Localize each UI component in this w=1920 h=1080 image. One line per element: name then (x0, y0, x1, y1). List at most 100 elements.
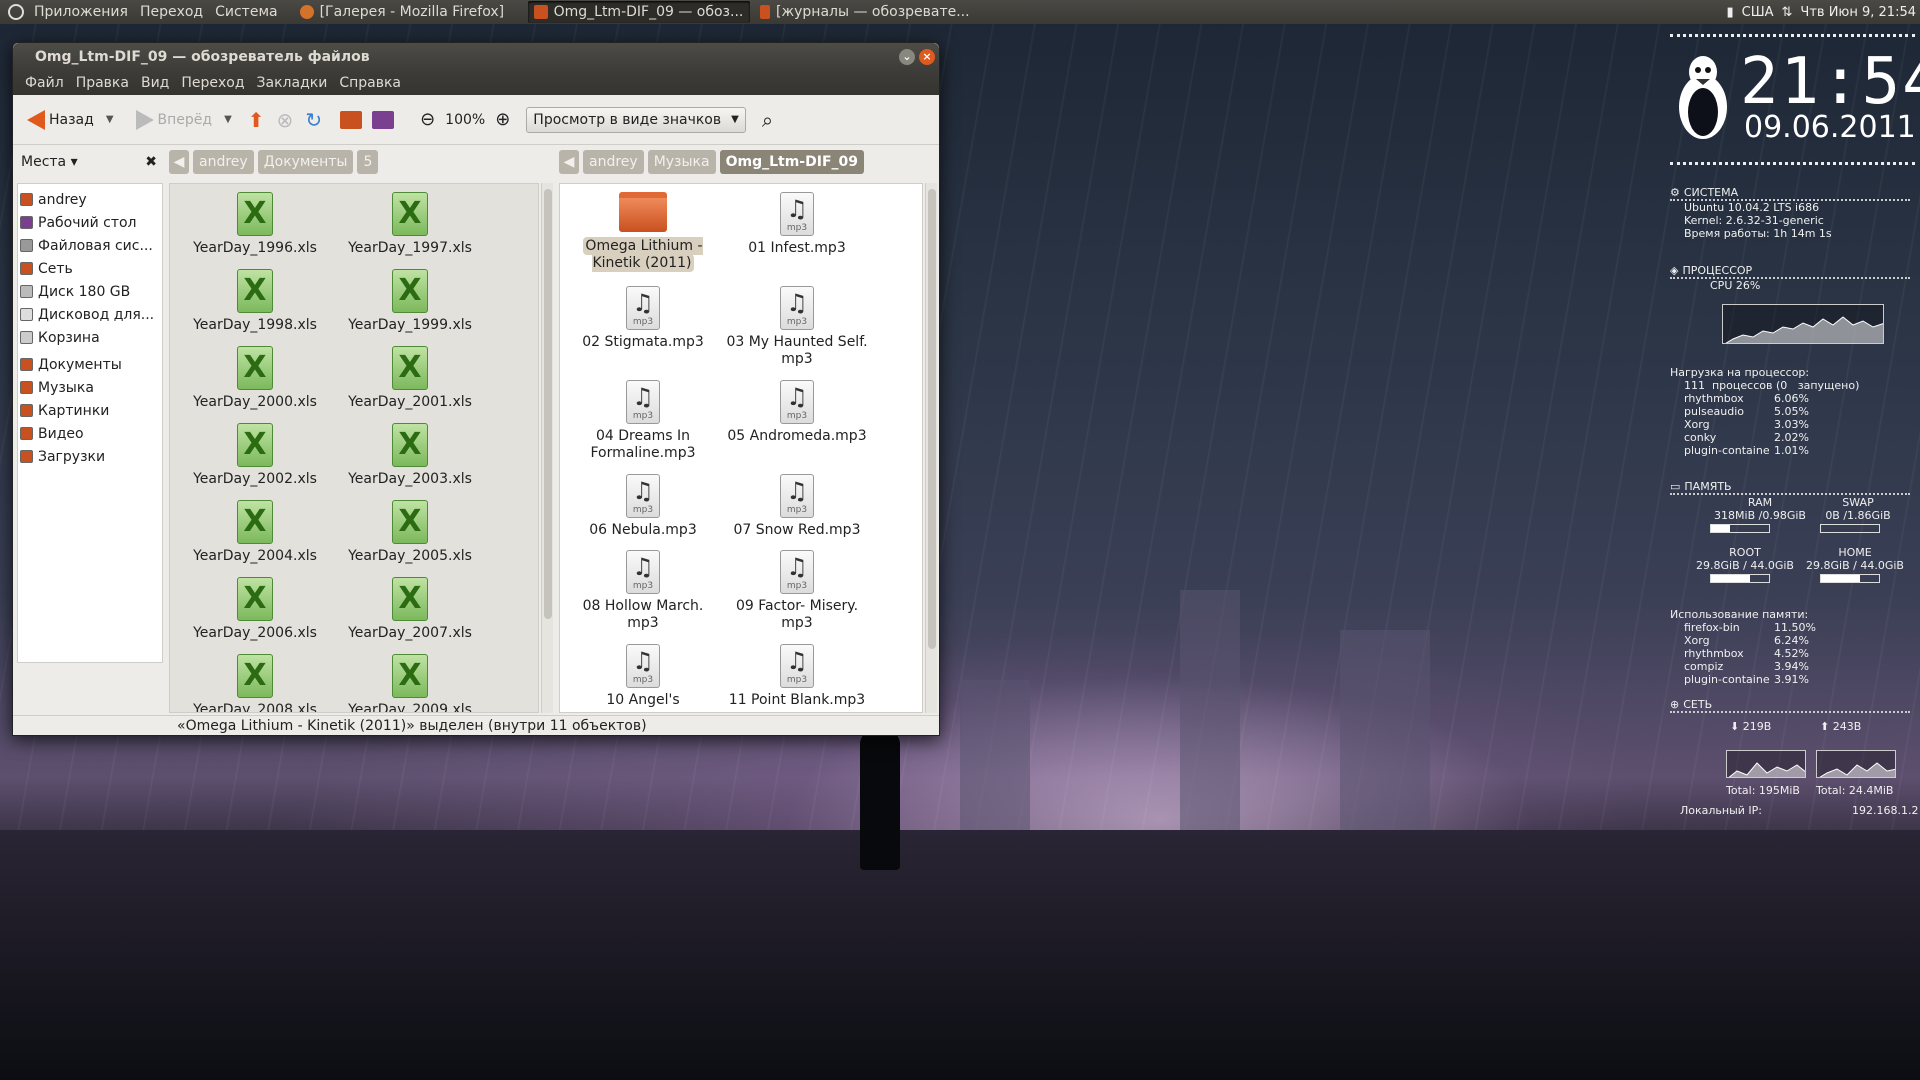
file-item[interactable]: X YearDay_2004.xls (180, 500, 330, 565)
spreadsheet-icon: X (237, 423, 273, 467)
breadcrumb-documents[interactable]: Документы (257, 150, 354, 174)
computer-icon[interactable] (372, 110, 395, 129)
forward-button[interactable]: Вперёд (130, 106, 219, 134)
spreadsheet-icon: X (392, 269, 428, 313)
scrollbar-thumb[interactable] (928, 189, 936, 649)
network-section: ⊕ СЕТЬ ⬇ 219B ⬆ 243B (1670, 698, 1910, 733)
close-sidebar-icon[interactable]: ✖ (145, 154, 157, 170)
download-rate: ⬇ 219B (1730, 720, 1772, 733)
breadcrumb-current[interactable]: Omg_Ltm-DIF_09 (719, 150, 864, 174)
clock-applet[interactable]: Чтв Июн 9, 21:54 (1800, 5, 1916, 20)
sidebar-type-select[interactable]: Места ▾ (21, 154, 78, 170)
sidebar-item-desktop[interactable]: Рабочий стол (18, 211, 162, 234)
menu-bookmarks[interactable]: Закладки (251, 75, 334, 91)
file-item[interactable]: ♫ mp3 02 Stigmata.mp3 (568, 286, 718, 351)
file-item[interactable]: X YearDay_2000.xls (180, 346, 330, 411)
file-item[interactable]: ♫ mp3 06 Nebula.mp3 (568, 474, 718, 539)
sidebar-item-documents[interactable]: Документы (18, 353, 162, 376)
breadcrumb-music[interactable]: Музыка (647, 150, 716, 174)
file-item[interactable]: X YearDay_2001.xls (335, 346, 485, 411)
menu-system[interactable]: Система (209, 4, 283, 20)
network-icon[interactable]: ⇅ (1782, 5, 1793, 20)
stop-icon[interactable]: ⊗ (277, 108, 294, 132)
file-item[interactable]: ♫ mp3 03 My Haunted Self. mp3 (722, 286, 872, 368)
folder-item-selected[interactable]: Omega Lithium - Kinetik (2011) (568, 192, 718, 272)
file-item[interactable]: ♫ mp3 01 Infest.mp3 (722, 192, 872, 257)
zoom-in-icon[interactable]: ⊕ (495, 109, 510, 130)
breadcrumb-left-icon[interactable]: ◀ (169, 150, 189, 174)
sidebar-item-disk[interactable]: Диск 180 GB (18, 280, 162, 303)
keyboard-layout[interactable]: США (1742, 5, 1774, 20)
file-item[interactable]: X YearDay_2005.xls (335, 500, 485, 565)
breadcrumb-home[interactable]: andrey (583, 150, 644, 174)
file-item[interactable]: X YearDay_1998.xls (180, 269, 330, 334)
sidebar-item-downloads[interactable]: Загрузки (18, 445, 162, 468)
menu-view[interactable]: Вид (135, 75, 175, 91)
file-item[interactable]: X YearDay_1997.xls (335, 192, 485, 257)
menu-places[interactable]: Переход (134, 4, 209, 20)
file-item[interactable]: X YearDay_2009.xls (335, 654, 485, 712)
menu-applications[interactable]: Приложения (28, 4, 134, 20)
close-icon[interactable]: × (919, 49, 935, 65)
zoom-out-icon[interactable]: ⊖ (420, 109, 435, 130)
file-item[interactable]: ♫ mp3 08 Hollow March. mp3 (568, 550, 718, 632)
home-icon[interactable] (340, 110, 363, 129)
file-item[interactable]: X YearDay_2003.xls (335, 423, 485, 488)
task-file-browser[interactable]: Omg_Ltm-DIF_09 — обоз... (527, 1, 750, 23)
download-graph (1726, 750, 1806, 778)
reload-icon[interactable]: ↻ (305, 108, 322, 132)
left-scrollbar[interactable] (541, 183, 553, 713)
sidebar-item-filesystem[interactable]: Файловая сис... (18, 234, 162, 257)
file-item[interactable]: ♫ mp3 11 Point Blank.mp3 (722, 644, 872, 709)
forward-history-dropdown[interactable]: ▼ (224, 114, 232, 125)
trash-icon (20, 331, 33, 344)
status-bar: «Omega Lithium - Kinetik (2011)» выделен… (13, 715, 939, 735)
file-item[interactable]: ♫ mp3 05 Andromeda.mp3 (722, 380, 872, 445)
scrollbar-thumb[interactable] (544, 189, 552, 619)
breadcrumb-home[interactable]: andrey (193, 150, 254, 174)
minimize-icon[interactable]: ⌄ (899, 49, 915, 65)
file-item[interactable]: X YearDay_1996.xls (180, 192, 330, 257)
sidebar-item-floppy[interactable]: Дисковод для... (18, 303, 162, 326)
file-item[interactable]: X YearDay_2002.xls (180, 423, 330, 488)
file-item[interactable]: ♫ mp3 04 Dreams In Formaline.mp3 (568, 380, 718, 462)
sidebar-item-home[interactable]: andrey (18, 188, 162, 211)
file-item[interactable]: X YearDay_1999.xls (335, 269, 485, 334)
search-icon[interactable]: ⌕ (762, 108, 773, 132)
sidebar-item-videos[interactable]: Видео (18, 422, 162, 445)
file-item[interactable]: ♫ mp3 10 Angel's (568, 644, 718, 709)
file-item[interactable]: X YearDay_2007.xls (335, 577, 485, 642)
view-mode-select[interactable]: Просмотр в виде значков ▼ (526, 106, 746, 133)
menu-go[interactable]: Переход (175, 75, 250, 91)
title-bar[interactable]: Omg_Ltm-DIF_09 — обозреватель файлов ⌄ × (13, 43, 939, 71)
task-journals[interactable]: [журналы — обозревате... (754, 1, 976, 23)
back-history-dropdown[interactable]: ▼ (106, 114, 114, 125)
harbor-water (0, 830, 1920, 1080)
folder-icon (20, 427, 33, 440)
music-file-icon: ♫ mp3 (626, 286, 660, 330)
menu-bar: Файл Правка Вид Переход Закладки Справка (13, 71, 939, 95)
sidebar-item-network[interactable]: Сеть (18, 257, 162, 280)
breadcrumb-5[interactable]: 5 (357, 150, 379, 174)
sidebar-item-pictures[interactable]: Картинки (18, 399, 162, 422)
ubuntu-logo-icon[interactable] (8, 4, 24, 20)
back-button[interactable]: Назад (21, 106, 100, 134)
battery-icon[interactable]: ▮ (1726, 5, 1733, 20)
sidebar-item-music[interactable]: Музыка (18, 376, 162, 399)
folder-icon (20, 404, 33, 417)
sidebar-item-trash[interactable]: Корзина (18, 326, 162, 349)
menu-help[interactable]: Справка (333, 75, 407, 91)
local-ip-label: Локальный IP: (1680, 804, 1763, 817)
task-firefox[interactable]: [Галерея - Mozilla Firefox] (294, 1, 524, 23)
right-scrollbar[interactable] (925, 183, 937, 713)
breadcrumb-left-icon[interactable]: ◀ (559, 150, 579, 174)
file-item[interactable]: ♫ mp3 09 Factor- Misery. mp3 (722, 550, 872, 632)
file-item[interactable]: X YearDay_2006.xls (180, 577, 330, 642)
menu-file[interactable]: Файл (19, 75, 70, 91)
spreadsheet-icon: X (392, 346, 428, 390)
file-item[interactable]: ♫ mp3 07 Snow Red.mp3 (722, 474, 872, 539)
home-bar (1820, 574, 1880, 583)
menu-edit[interactable]: Правка (70, 75, 135, 91)
file-item[interactable]: X YearDay_2008.xls (180, 654, 330, 712)
up-arrow-icon[interactable]: ⬆ (248, 108, 265, 132)
